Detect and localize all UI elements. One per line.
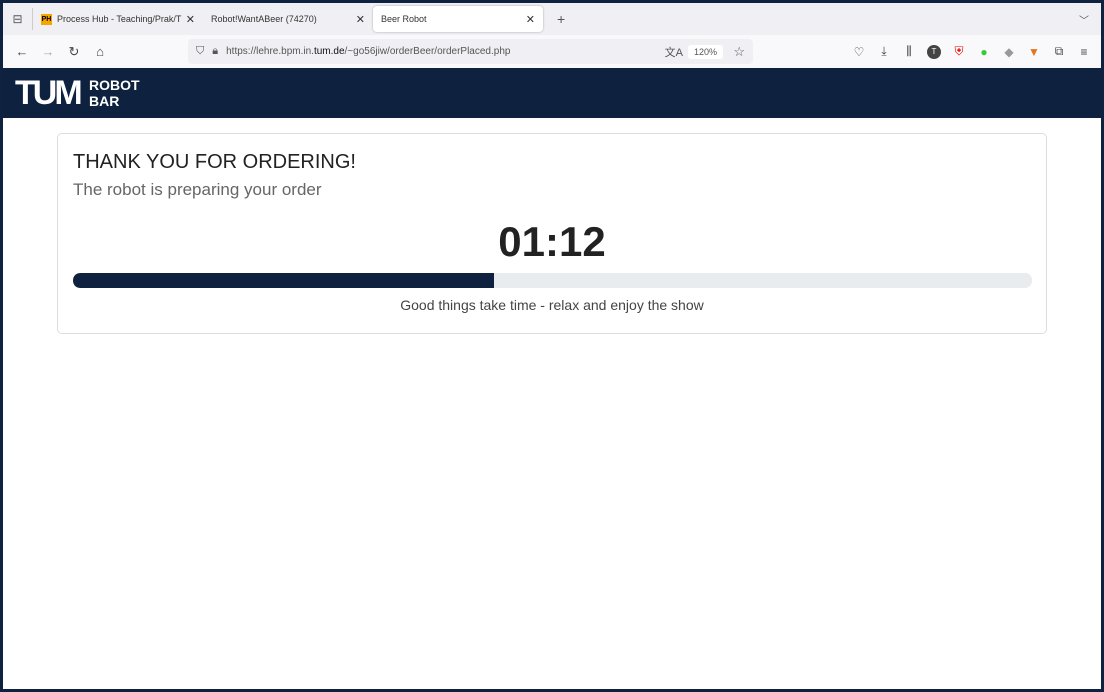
translate-icon[interactable]: 文A [665, 44, 683, 60]
url-bar[interactable]: ⛉ 🔒︎ https://lehre.bpm.in. tum.de/~go56jiw… [188, 39, 753, 64]
tab-bar: ⊟ PH Process Hub - Teaching/Prak/T ✕ Robot… [3, 3, 1101, 35]
shield-icon: ⛉ [196, 45, 205, 57]
countdown-timer: 01:12 [498, 218, 606, 265]
brand-line2: BAR [89, 93, 120, 109]
home-icon[interactable]: ⌂ [87, 44, 113, 59]
url-text: https://lehre.bpm.in. [226, 46, 314, 57]
page-subtitle: The robot is preparing your order [73, 180, 322, 199]
tab-label: Process Hub - Teaching/Prak/T [57, 14, 182, 24]
tab-manager-icon[interactable]: ⊟ [3, 8, 33, 30]
extension-arrow-icon[interactable]: ◆ [1002, 45, 1016, 59]
zoom-level[interactable]: 120% [687, 44, 723, 59]
new-tab-icon[interactable]: + [557, 11, 565, 27]
close-icon[interactable]: ✕ [526, 13, 535, 26]
lock-icon: 🔒︎ [212, 45, 219, 57]
progress-bar [73, 273, 1032, 288]
progress-fill [73, 273, 494, 288]
close-icon[interactable]: ✕ [186, 13, 195, 26]
favicon-icon: PH [41, 13, 52, 25]
tab-label: Robot!WantABeer (74270) [211, 14, 317, 24]
site-header: TUM ROBOT BAR [3, 68, 1101, 118]
toggle-extension-icon[interactable]: ● [977, 45, 991, 59]
progress-caption: Good things take time - relax and enjoy … [400, 297, 704, 313]
bookmark-star-icon[interactable]: ☆ [733, 44, 745, 60]
tab-process-hub[interactable]: PH Process Hub - Teaching/Prak/T ✕ [33, 6, 203, 32]
reload-icon[interactable]: ↻ [61, 44, 87, 60]
library-icon[interactable]: ⫼ [902, 44, 916, 59]
tab-label: Beer Robot [381, 14, 427, 24]
brand-line1: ROBOT [89, 77, 140, 93]
ublock-icon[interactable]: ⛨ [952, 44, 966, 59]
order-status-card: THANK YOU FOR ORDERING! The robot is pre… [57, 133, 1047, 334]
menu-icon[interactable]: ≡ [1077, 45, 1091, 59]
brand-name: ROBOT BAR [89, 77, 140, 109]
pocket-icon[interactable]: ♡ [852, 45, 866, 59]
close-icon[interactable]: ✕ [356, 13, 365, 26]
back-icon[interactable]: ← [9, 44, 35, 59]
tum-logo[interactable]: TUM [15, 76, 83, 110]
url-domain: tum.de [313, 46, 345, 57]
tab-beer-robot[interactable]: Beer Robot ✕ [373, 6, 543, 32]
chevron-down-icon[interactable]: ﹀ [1079, 12, 1089, 27]
tab-robot-want-a-beer[interactable]: Robot!WantABeer (74270) ✕ [203, 6, 373, 32]
metamask-fox-icon[interactable]: ▼ [1027, 45, 1041, 59]
forward-icon[interactable]: → [35, 44, 61, 59]
download-icon[interactable]: ⤓ [877, 44, 891, 59]
extension-t-icon[interactable]: T [927, 44, 941, 59]
nav-toolbar: ← → ↻ ⌂ ⛉ 🔒︎ https://lehre.bpm.in. tum.de /… [3, 35, 1101, 68]
browser-window: ⊟ PH Process Hub - Teaching/Prak/T ✕ Robot… [3, 3, 1101, 689]
extensions-puzzle-icon[interactable]: ⧉ [1052, 44, 1066, 59]
page-title: THANK YOU FOR ORDERING! [73, 151, 356, 173]
url-path: /~go56jiw/orderBeer/orderPlaced.php [344, 46, 511, 57]
